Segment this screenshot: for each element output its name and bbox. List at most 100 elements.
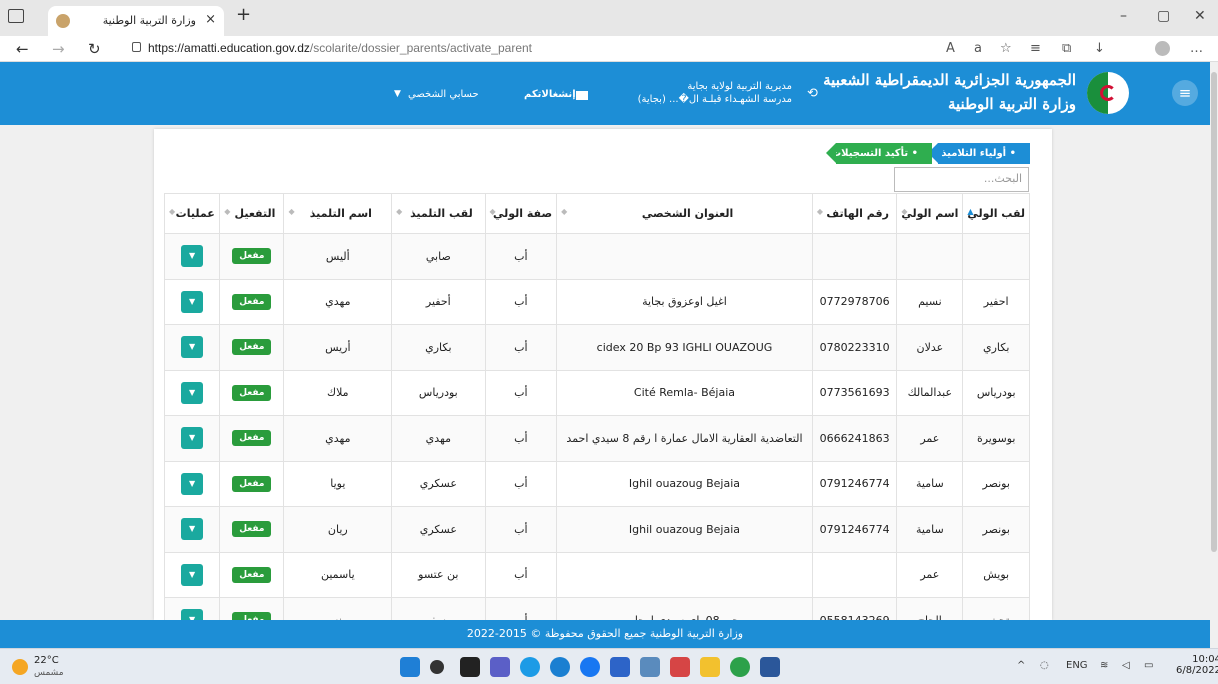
more-icon[interactable]: … (1190, 41, 1203, 56)
facebook-icon[interactable] (580, 657, 600, 677)
maximize-button[interactable]: ▢ (1157, 8, 1170, 24)
operations-dropdown-button[interactable]: ▼ (181, 290, 204, 313)
operations-dropdown-button[interactable]: ▼ (181, 472, 204, 495)
breadcrumb-parents[interactable]: • أولياء التلاميذ (928, 143, 1030, 164)
chat-icon[interactable] (490, 657, 510, 677)
activated-button[interactable]: مفعل (232, 339, 272, 356)
cell-parent-first-name (896, 233, 964, 280)
cell-parent-last-name: احفير (962, 278, 1030, 325)
activated-button[interactable]: مفعل (232, 612, 272, 620)
cell-student-first-name: يونس (283, 597, 393, 620)
operations-dropdown-button[interactable]: ▼ (181, 518, 204, 541)
cell-student-last-name: بودرياس (391, 369, 486, 416)
task-view-icon[interactable] (460, 657, 480, 677)
lock-icon[interactable] (132, 42, 141, 52)
cell-student-first-name: ياسمين (283, 551, 393, 598)
cell-phone: 0773561693 (811, 369, 898, 416)
volume-icon[interactable]: ◁ (1122, 660, 1130, 671)
new-tab-button[interactable]: + (236, 4, 251, 25)
table-row: بودرياس عبدالمالك 0773561693 Cité Remla- Bé… (163, 369, 1030, 416)
app-icon[interactable] (670, 657, 690, 677)
tray-chevron-icon[interactable]: ^ (1017, 660, 1025, 671)
downloads-icon[interactable]: ↓ (1094, 41, 1105, 56)
language-indicator[interactable]: ENG (1066, 660, 1088, 671)
table-row: بكاري عدلان 0780223310 cidex 20 Bp 93 IGHLI… (163, 324, 1030, 371)
column-header[interactable]: ◆ لقب التلميذ (391, 193, 486, 234)
favorite-icon[interactable]: ☆ (1000, 41, 1012, 56)
account-menu[interactable]: حسابي الشخصي (408, 89, 479, 100)
help-icon[interactable] (550, 657, 570, 677)
column-header[interactable]: ▲ لقب الولي (962, 193, 1030, 234)
app-icon[interactable] (640, 657, 660, 677)
search-icon[interactable] (430, 660, 444, 674)
cell-student-first-name: مهدي (283, 278, 393, 325)
operations-dropdown-button[interactable]: ▼ (181, 427, 204, 450)
read-aloud-icon[interactable]: A (946, 41, 955, 56)
start-icon[interactable] (400, 657, 420, 677)
breadcrumb-confirm[interactable]: • تأكيد التسجيلات (826, 143, 932, 164)
wifi-icon[interactable]: ≋ (1100, 660, 1108, 671)
school-name[interactable]: مدرسة الشهـداء قبلـة ال�... (بجاية) (638, 94, 792, 105)
edge-dev-icon[interactable] (730, 657, 750, 677)
cell-activation: مفعل (219, 369, 285, 416)
column-header[interactable]: ◆ التفعيل (219, 193, 285, 234)
clock[interactable]: 10:04 6/8/2022 (1176, 654, 1218, 676)
file-explorer-icon[interactable] (700, 657, 720, 677)
search-input[interactable]: البحث... (894, 167, 1029, 192)
favorites-icon[interactable]: ≡ (1030, 41, 1041, 56)
column-header[interactable]: ◆ عمليات (163, 193, 221, 234)
switch-school-icon[interactable]: ⟲ (807, 86, 818, 101)
weather-condition[interactable]: مشمس (34, 668, 64, 678)
operations-dropdown-button[interactable]: ▼ (181, 336, 204, 359)
collections-icon[interactable]: ⧉ (1062, 41, 1071, 56)
table-row: احفير نسيم 0772978706 اغيل اوعزوق بجاية أب أح… (163, 278, 1030, 325)
activated-button[interactable]: مفعل (232, 384, 272, 401)
table-header-row: ▲ لقب الولي ◆ اسم الولي ◆ رقم الهاتف ◆ العنو… (163, 193, 1030, 234)
url-field[interactable]: https://amatti.education.gov.dz/scolarit… (148, 41, 532, 55)
activated-button[interactable]: مفعل (232, 566, 272, 583)
column-header[interactable]: ◆ اسم التلميذ (283, 193, 393, 234)
activated-button[interactable]: مفعل (232, 430, 272, 447)
minimize-button[interactable]: – (1120, 8, 1127, 24)
parents-table: ▲ لقب الولي ◆ اسم الولي ◆ رقم الهاتف ◆ العنو… (163, 193, 1030, 620)
cell-activation: مفعل (219, 233, 285, 280)
column-header[interactable]: ◆ العنوان الشخصي (556, 193, 813, 234)
operations-dropdown-button[interactable]: ▼ (181, 609, 204, 620)
site-header: ≡ الجمهورية الجزائرية الديمقراطية الشعبي… (0, 62, 1210, 125)
envelope-icon[interactable] (576, 91, 588, 100)
activated-button[interactable]: مفعل (232, 475, 272, 492)
store-icon[interactable] (610, 657, 630, 677)
close-window-button[interactable]: ✕ (1194, 8, 1206, 24)
edge-icon[interactable] (520, 657, 540, 677)
school-directorate[interactable]: مديرية التربية لولاية بجاية (687, 81, 792, 92)
cell-phone (811, 551, 898, 598)
activated-button[interactable]: مفعل (232, 248, 272, 265)
tab-close-icon[interactable]: × (205, 12, 216, 27)
refresh-icon[interactable]: ↻ (88, 40, 101, 58)
tray-app-icon[interactable]: ◌ (1040, 660, 1049, 671)
translate-icon[interactable]: a (974, 41, 982, 56)
tab-actions-icon[interactable] (8, 9, 24, 23)
cell-guardian-type: أب (484, 415, 558, 462)
battery-icon[interactable]: ▭ (1144, 660, 1153, 671)
activated-button[interactable]: مفعل (232, 521, 272, 538)
notifications-link[interactable]: إنشغالاتكم (524, 89, 576, 100)
caret-down-icon[interactable]: ▼ (394, 89, 401, 99)
word-icon[interactable] (760, 657, 780, 677)
activated-button[interactable]: مفعل (232, 293, 272, 310)
profile-icon[interactable] (1155, 41, 1170, 56)
weather-temperature[interactable]: 22°C (34, 655, 59, 666)
browser-tab[interactable]: وزارة التربية الوطنية × (48, 6, 224, 36)
column-header[interactable]: ◆ صفة الولي (484, 193, 558, 234)
hamburger-menu-icon[interactable]: ≡ (1172, 80, 1198, 106)
cell-activation: مفعل (219, 460, 285, 507)
operations-dropdown-button[interactable]: ▼ (181, 563, 204, 586)
column-header[interactable]: ◆ اسم الولي (896, 193, 964, 234)
scrollbar-thumb[interactable] (1211, 72, 1217, 552)
weather-sun-icon[interactable] (12, 659, 28, 675)
cell-parent-last-name: بويش (962, 551, 1030, 598)
column-header[interactable]: ◆ رقم الهاتف (811, 193, 898, 234)
operations-dropdown-button[interactable]: ▼ (181, 381, 204, 404)
operations-dropdown-button[interactable]: ▼ (181, 245, 204, 268)
back-arrow-icon[interactable]: ← (16, 40, 29, 58)
